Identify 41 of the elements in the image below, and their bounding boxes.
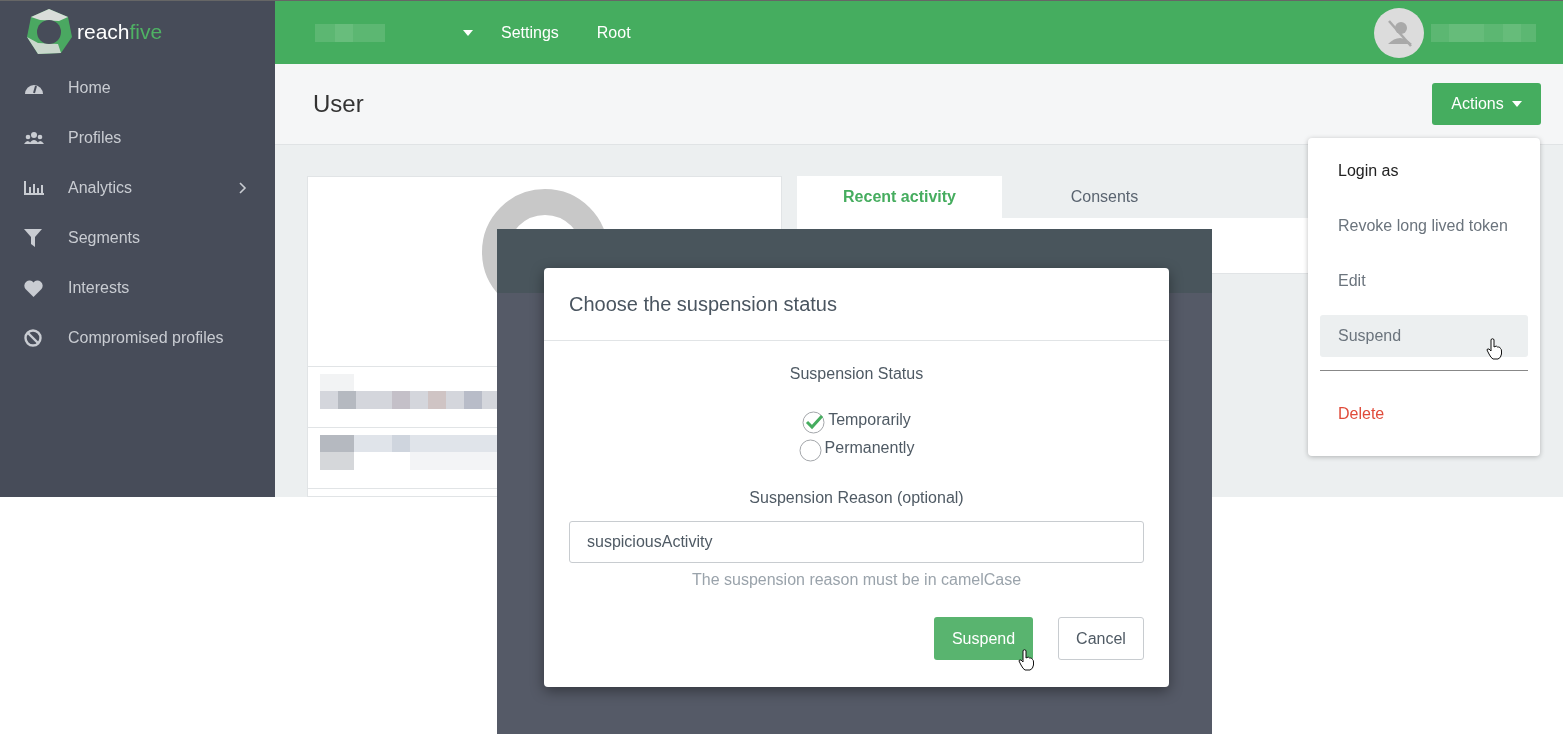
nav-item[interactable]: Compromised profiles [0, 313, 275, 363]
page-title: User [313, 90, 364, 118]
menu-item[interactable]: Login as [1320, 150, 1528, 192]
cancel-button[interactable]: Cancel [1058, 617, 1144, 660]
reason-input[interactable]: suspiciousActivity [569, 521, 1144, 563]
radio-option[interactable]: Temporarily [802, 411, 911, 439]
radio-option[interactable]: Permanently [798, 439, 915, 467]
heart-icon [24, 279, 43, 297]
radio-button[interactable] [802, 411, 826, 434]
field-label: Suspension Status [789, 365, 924, 384]
menu-item[interactable]: Revoke long lived token [1320, 205, 1528, 247]
avatar-icon[interactable] [1374, 7, 1424, 58]
help-text: The suspension reason must be in camelCase [691, 571, 1022, 589]
people-icon [24, 132, 44, 144]
nav-link[interactable]: Root [596, 23, 631, 42]
caret-icon[interactable] [463, 29, 473, 36]
bar-chart-icon [24, 181, 44, 195]
chevron-right-icon [239, 182, 247, 194]
tab[interactable]: Consents [1002, 176, 1207, 218]
menu-item[interactable]: Suspend [1320, 315, 1528, 357]
menu-item[interactable]: Edit [1320, 260, 1528, 302]
nav-item[interactable]: Home [0, 63, 275, 113]
tab[interactable]: Recent activity [797, 176, 1002, 218]
logo-wordmark: reachfive [77, 20, 163, 44]
nav-item[interactable]: Profiles [0, 113, 275, 163]
nav-link[interactable]: Settings [501, 23, 559, 42]
pixelated-block [315, 23, 385, 42]
nav-item[interactable]: Analytics [0, 163, 275, 213]
logo-icon [24, 7, 74, 57]
radio-button[interactable] [798, 439, 822, 462]
caret-icon [1511, 101, 1522, 107]
nav-item[interactable]: Interests [0, 263, 275, 313]
filter-icon [24, 229, 42, 247]
field-label: Suspension Reason (optional) [749, 489, 964, 508]
forbidden-icon [24, 329, 42, 347]
hand-cursor-icon [1486, 338, 1502, 360]
menu-item[interactable]: Delete [1320, 393, 1528, 435]
modal-title: Choose the suspension status [569, 292, 837, 316]
actions-button[interactable]: Actions [1432, 83, 1541, 125]
hand-cursor-icon [1018, 649, 1034, 671]
nav-item[interactable]: Segments [0, 213, 275, 263]
